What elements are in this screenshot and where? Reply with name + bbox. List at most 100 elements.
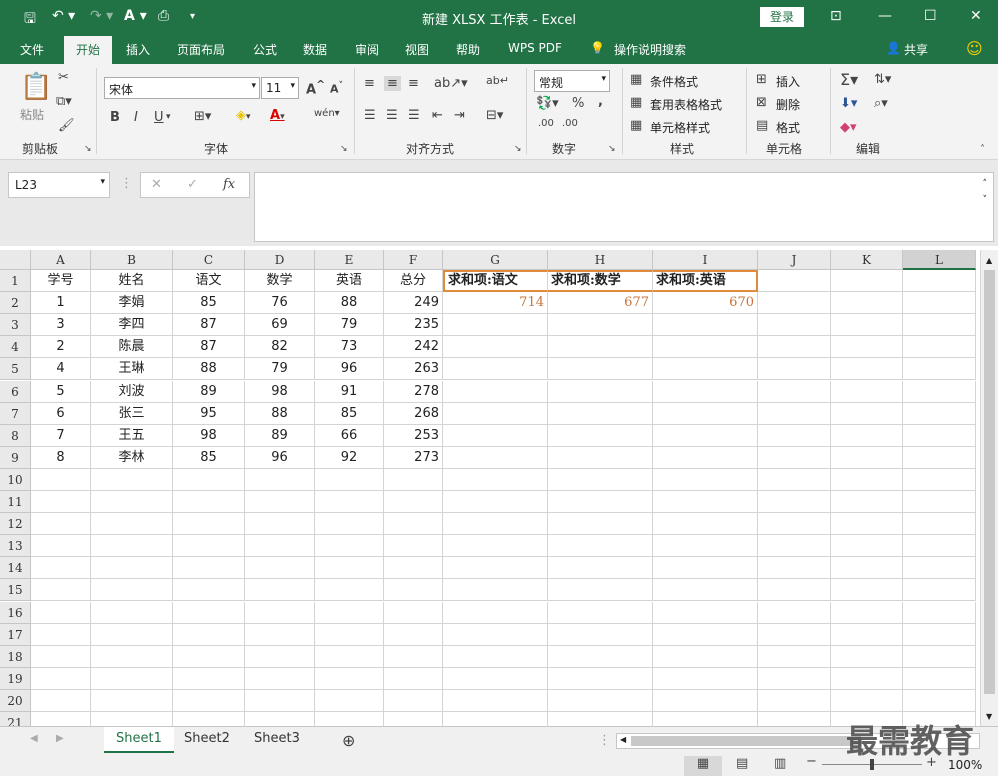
cell[interactable]: 91 bbox=[315, 380, 384, 403]
cell[interactable] bbox=[548, 601, 653, 624]
cell[interactable] bbox=[91, 513, 173, 536]
cell[interactable] bbox=[653, 358, 758, 381]
normal-view-icon[interactable]: ▦ bbox=[684, 756, 722, 776]
format-cells-button[interactable]: 格式 bbox=[776, 119, 800, 136]
cell[interactable] bbox=[548, 468, 653, 491]
column-header[interactable]: K bbox=[831, 250, 903, 270]
cell[interactable] bbox=[548, 535, 653, 558]
column-header[interactable]: C bbox=[173, 250, 245, 270]
select-all-corner[interactable] bbox=[0, 250, 31, 270]
cell[interactable] bbox=[384, 579, 443, 602]
cell[interactable] bbox=[903, 667, 976, 690]
row-header[interactable]: 12 bbox=[0, 513, 31, 536]
cell[interactable] bbox=[315, 579, 384, 602]
collapse-ribbon-icon[interactable]: ˄ bbox=[980, 144, 985, 155]
cell[interactable] bbox=[831, 314, 903, 337]
cell[interactable]: 数学 bbox=[245, 270, 315, 293]
cell[interactable] bbox=[245, 557, 315, 580]
cell[interactable] bbox=[91, 667, 173, 690]
cell[interactable]: 求和项:数学 bbox=[548, 270, 653, 293]
cell[interactable] bbox=[443, 513, 548, 536]
cell[interactable] bbox=[653, 535, 758, 558]
cell[interactable] bbox=[758, 402, 831, 425]
cell[interactable]: 73 bbox=[315, 336, 384, 359]
cell[interactable] bbox=[245, 579, 315, 602]
cell[interactable] bbox=[443, 424, 548, 447]
cell[interactable]: 96 bbox=[315, 358, 384, 381]
column-header[interactable]: L bbox=[903, 250, 976, 270]
copy-icon[interactable]: ⧉▾ bbox=[56, 94, 72, 109]
cell[interactable] bbox=[384, 491, 443, 514]
smiley-icon[interactable]: ☺ bbox=[966, 39, 983, 58]
cell[interactable] bbox=[831, 623, 903, 646]
restore-button[interactable]: ☐ bbox=[924, 8, 937, 24]
cell[interactable] bbox=[91, 601, 173, 624]
cell[interactable]: 张三 bbox=[91, 402, 173, 425]
cell[interactable] bbox=[653, 314, 758, 337]
cell[interactable] bbox=[758, 623, 831, 646]
cell[interactable] bbox=[548, 667, 653, 690]
cell[interactable] bbox=[245, 623, 315, 646]
cell[interactable]: 253 bbox=[384, 424, 443, 447]
wrap-text-icon[interactable]: ab↵ bbox=[486, 74, 509, 87]
tab-home[interactable]: 开始 bbox=[64, 36, 113, 64]
sheet-tab-1[interactable]: Sheet1 bbox=[104, 727, 174, 753]
cell[interactable]: 76 bbox=[245, 292, 315, 315]
cell[interactable] bbox=[903, 270, 976, 293]
ribbon-display-icon[interactable]: ⊡ bbox=[830, 8, 842, 24]
cell[interactable] bbox=[315, 689, 384, 712]
cell[interactable] bbox=[245, 535, 315, 558]
cell[interactable] bbox=[173, 468, 245, 491]
cell[interactable] bbox=[548, 314, 653, 337]
cell[interactable] bbox=[384, 513, 443, 536]
zoom-out-icon[interactable]: − bbox=[806, 754, 817, 769]
cell[interactable] bbox=[173, 623, 245, 646]
enter-icon[interactable]: ✓ bbox=[187, 177, 198, 192]
tab-formulas[interactable]: 公式 bbox=[253, 41, 277, 58]
cell[interactable] bbox=[315, 468, 384, 491]
cell[interactable] bbox=[443, 645, 548, 668]
autosum-icon[interactable]: Σ▾ bbox=[840, 70, 858, 89]
tab-page-layout[interactable]: 页面布局 bbox=[177, 41, 225, 58]
cell[interactable] bbox=[384, 689, 443, 712]
cell[interactable] bbox=[548, 446, 653, 469]
cell[interactable] bbox=[384, 468, 443, 491]
delete-cells-button[interactable]: 删除 bbox=[776, 96, 800, 113]
cell[interactable] bbox=[903, 424, 976, 447]
row-header[interactable]: 13 bbox=[0, 535, 31, 558]
cell[interactable]: 85 bbox=[173, 446, 245, 469]
format-painter-icon[interactable]: 🖌 bbox=[58, 118, 75, 133]
column-header[interactable]: B bbox=[91, 250, 173, 270]
cell[interactable]: 刘波 bbox=[91, 380, 173, 403]
scroll-thumb[interactable] bbox=[984, 270, 995, 694]
cell[interactable] bbox=[91, 689, 173, 712]
cell[interactable] bbox=[903, 623, 976, 646]
cell[interactable] bbox=[173, 601, 245, 624]
tab-data[interactable]: 数据 bbox=[303, 41, 327, 58]
cell[interactable]: 87 bbox=[173, 336, 245, 359]
column-header[interactable]: J bbox=[758, 250, 831, 270]
scroll-down-icon[interactable]: ▼ bbox=[986, 712, 992, 721]
cell[interactable] bbox=[173, 712, 245, 726]
cancel-icon[interactable]: ✕ bbox=[151, 177, 162, 192]
cell[interactable] bbox=[443, 623, 548, 646]
cell[interactable] bbox=[315, 645, 384, 668]
cell[interactable] bbox=[831, 689, 903, 712]
cell[interactable]: 273 bbox=[384, 446, 443, 469]
cell[interactable] bbox=[831, 468, 903, 491]
minimize-button[interactable]: — bbox=[878, 8, 892, 24]
cell[interactable] bbox=[384, 645, 443, 668]
cell[interactable] bbox=[653, 380, 758, 403]
cell[interactable] bbox=[245, 601, 315, 624]
sort-filter-icon[interactable]: ⇅▾ bbox=[874, 72, 891, 87]
page-break-view-icon[interactable]: ▥ bbox=[774, 756, 786, 771]
cell[interactable] bbox=[443, 491, 548, 514]
cell[interactable] bbox=[831, 446, 903, 469]
align-center-icon[interactable]: ☰ bbox=[386, 108, 398, 123]
cell[interactable]: 89 bbox=[245, 424, 315, 447]
cell[interactable] bbox=[903, 468, 976, 491]
chevron-down-icon[interactable]: ▾ bbox=[166, 112, 171, 122]
cell[interactable] bbox=[653, 712, 758, 726]
cell[interactable] bbox=[173, 667, 245, 690]
cell[interactable] bbox=[173, 491, 245, 514]
